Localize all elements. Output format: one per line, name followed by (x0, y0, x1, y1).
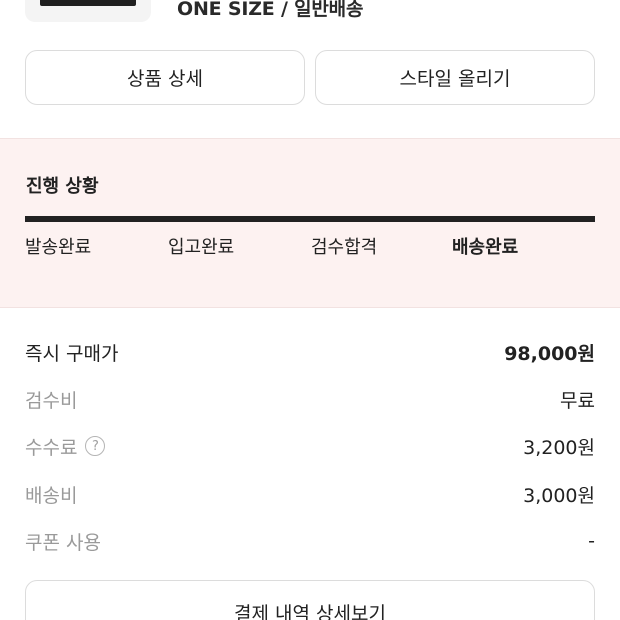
payment-row-label: 쿠폰 사용 (25, 531, 101, 554)
progress-step-shipped: 발송완료 (25, 237, 92, 258)
payment-detail-button[interactable]: 결제 내역 상세보기 (25, 580, 595, 620)
purchase-detail-page: ONE SIZE / 일반배송 상품 상세 스타일 올리기 진행 상황 발송완료… (0, 0, 620, 620)
payment-row-instant-price: 즉시 구매가 98,000원 (25, 337, 595, 367)
progress-step-received: 입고완료 (168, 237, 235, 258)
progress-title: 진행 상황 (26, 176, 99, 197)
payment-row-value: 무료 (560, 389, 595, 412)
payment-row-shipping-fee: 배송비 3,000원 (25, 479, 595, 509)
question-circle-icon[interactable]: ? (85, 436, 106, 456)
post-style-button[interactable]: 스타일 올리기 (315, 50, 595, 105)
payment-row-label: 검수비 (25, 389, 78, 412)
progress-section: 진행 상황 발송완료 입고완료 검수합격 배송완료 (0, 138, 620, 308)
progress-step-inspected: 검수합격 (311, 237, 378, 258)
payment-row-coupon: 쿠폰 사용 - (25, 526, 595, 556)
progress-bar (25, 216, 595, 222)
product-detail-button[interactable]: 상품 상세 (25, 50, 305, 105)
payment-row-commission: 수수료 ? 3,200원 (25, 431, 595, 461)
product-image (40, 0, 136, 6)
payment-row-value: 3,200원 (523, 436, 595, 459)
payment-row-label: 배송비 (25, 484, 78, 507)
payment-row-inspection-fee: 검수비 무료 (25, 384, 595, 414)
product-option-text: ONE SIZE / 일반배송 (177, 0, 364, 20)
payment-row-label: 수수료 (25, 436, 78, 459)
product-thumbnail[interactable] (25, 0, 151, 22)
payment-row-value: 3,000원 (523, 484, 595, 507)
progress-bar-fill (25, 216, 595, 222)
payment-row-label-group: 수수료 ? (25, 433, 106, 460)
progress-step-delivered: 배송완료 (452, 237, 519, 258)
payment-row-label: 즉시 구매가 (25, 342, 119, 365)
payment-row-value: 98,000원 (504, 342, 595, 365)
payment-row-value: - (588, 530, 595, 552)
